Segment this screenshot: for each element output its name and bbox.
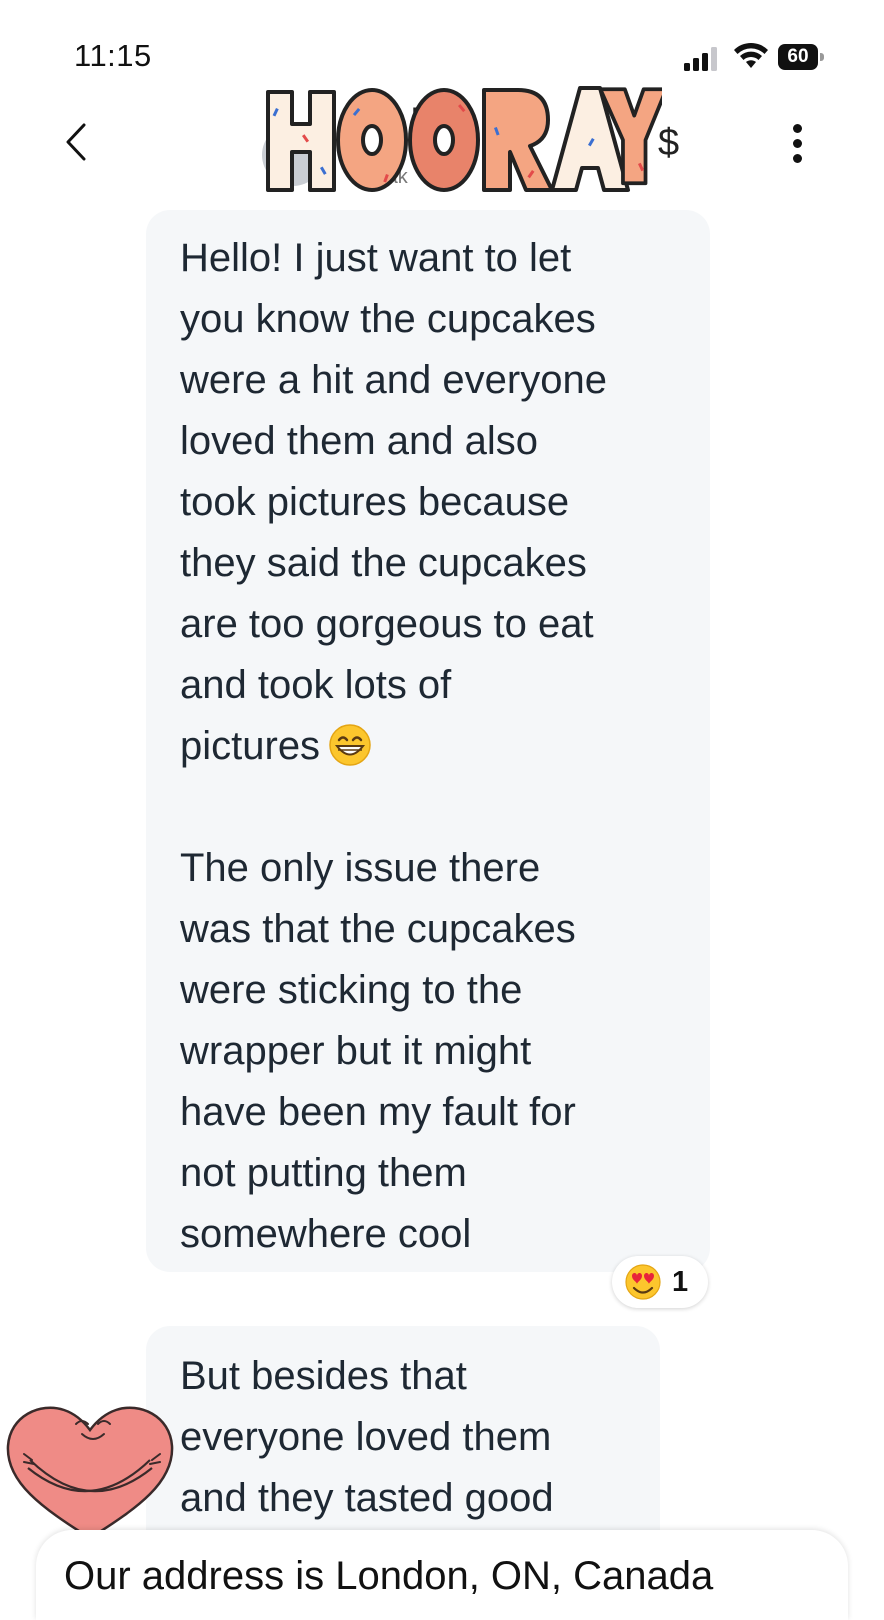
message-line: everyone loved them bbox=[180, 1415, 552, 1459]
back-icon[interactable] bbox=[64, 122, 88, 162]
message-line: loved them and also bbox=[180, 419, 539, 463]
grinning-face-icon bbox=[329, 724, 371, 766]
message-bubble[interactable]: Hello! I just want to let you know the c… bbox=[146, 210, 710, 1272]
message-line: have been my fault for bbox=[180, 1090, 576, 1134]
reaction-badge[interactable]: 1 bbox=[612, 1256, 708, 1308]
message-line: not putting them bbox=[180, 1151, 467, 1195]
message-line: The only issue there bbox=[180, 846, 541, 890]
caption-bar: Our address is London, ON, Canada bbox=[36, 1530, 848, 1620]
message-line: they said the cupcakes bbox=[180, 541, 587, 585]
message-line: wrapper but it might bbox=[180, 1029, 532, 1073]
hugging-heart-sticker bbox=[6, 1406, 174, 1540]
message-line: and they tasted good bbox=[180, 1476, 554, 1520]
status-time: 11:15 bbox=[74, 38, 152, 73]
more-icon[interactable] bbox=[791, 124, 803, 168]
message-line: took pictures because bbox=[180, 480, 570, 524]
wifi-icon bbox=[734, 42, 768, 68]
message-line: were sticking to the bbox=[180, 968, 523, 1012]
message-line: were a hit and everyone bbox=[180, 358, 607, 402]
message-line: and took lots of bbox=[180, 663, 452, 707]
message-line-with-emoji: pictures bbox=[180, 716, 710, 777]
hooray-sticker bbox=[266, 86, 662, 192]
message-line: you know the cupcakes bbox=[180, 297, 596, 341]
battery-level: 60 bbox=[778, 44, 818, 70]
message-line: are too gorgeous to eat bbox=[180, 602, 594, 646]
message-line: Hello! I just want to let bbox=[180, 236, 572, 280]
battery-icon: 60 bbox=[778, 44, 824, 70]
reaction-count: 1 bbox=[672, 1266, 689, 1298]
signal-icon bbox=[684, 47, 717, 71]
caption-text: Our address is London, ON, Canada bbox=[64, 1554, 714, 1598]
message-line: pictures bbox=[180, 724, 321, 768]
heart-eyes-icon bbox=[625, 1264, 661, 1300]
message-line: was that the cupcakes bbox=[180, 907, 576, 951]
message-line: But besides that bbox=[180, 1354, 467, 1398]
